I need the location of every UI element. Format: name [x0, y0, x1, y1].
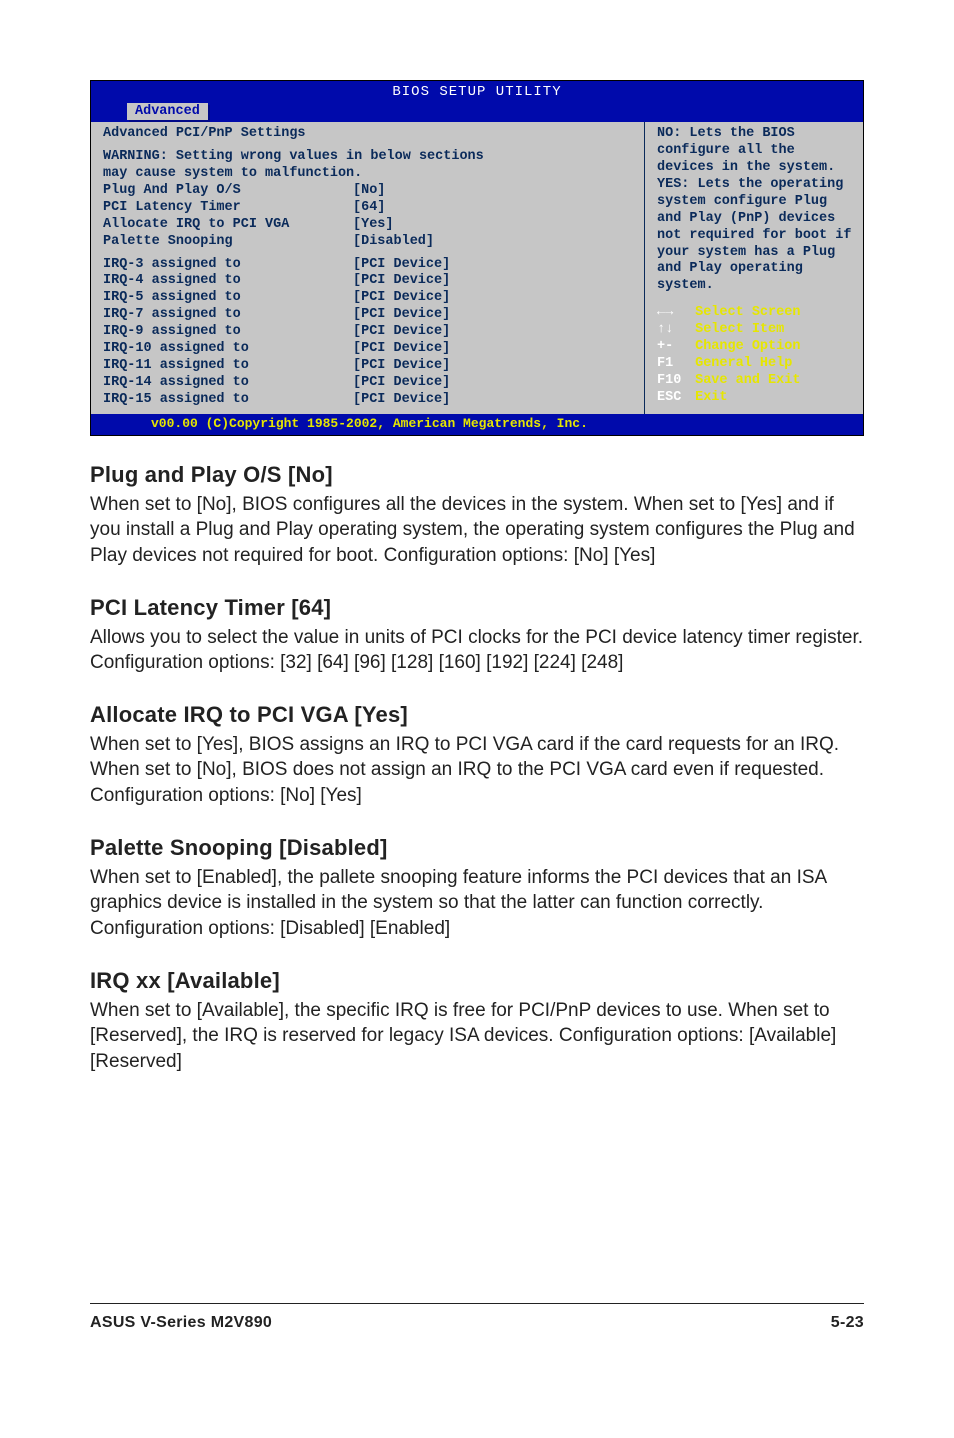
bios-irq-value: [PCI Device]: [353, 324, 636, 341]
bios-irq-label: IRQ-9 assigned to: [103, 324, 353, 341]
bios-irq-value: [PCI Device]: [353, 392, 636, 409]
bios-irq-value: [PCI Device]: [353, 307, 636, 324]
bios-warning-line1: WARNING: Setting wrong values in below s…: [103, 149, 636, 166]
section-heading: PCI Latency Timer [64]: [90, 595, 864, 621]
bios-irq-label: IRQ-15 assigned to: [103, 392, 353, 409]
bios-setting-value: [No]: [353, 183, 636, 200]
bios-nav-label: Exit: [695, 390, 727, 405]
bios-irq-label: IRQ-4 assigned to: [103, 273, 353, 290]
bios-irq-row: IRQ-5 assigned to [PCI Device]: [103, 290, 636, 307]
bios-setting-row: Palette Snooping [Disabled]: [103, 234, 636, 251]
bios-setting-value: [64]: [353, 200, 636, 217]
footer-page-number: 5-23: [831, 1314, 864, 1332]
bios-setup-screenshot: BIOS SETUP UTILITY Advanced Advanced PCI…: [90, 80, 864, 436]
bios-nav-key: F10: [657, 373, 687, 390]
bios-irq-value: [PCI Device]: [353, 358, 636, 375]
bios-nav-row: ESC Exit: [657, 390, 853, 407]
bios-warning-line2: may cause system to malfunction.: [103, 166, 636, 183]
bios-irq-row: IRQ-14 assigned to [PCI Device]: [103, 375, 636, 392]
bios-irq-row: IRQ-7 assigned to [PCI Device]: [103, 307, 636, 324]
bios-irq-row: IRQ-11 assigned to [PCI Device]: [103, 358, 636, 375]
bios-main-panel: Advanced PCI/PnP Settings WARNING: Setti…: [91, 122, 645, 414]
section-body: When set to [Available], the specific IR…: [90, 998, 864, 1075]
bios-irq-label: IRQ-7 assigned to: [103, 307, 353, 324]
bios-section-heading: Advanced PCI/PnP Settings: [103, 126, 636, 143]
bios-irq-value: [PCI Device]: [353, 290, 636, 307]
bios-irq-label: IRQ-5 assigned to: [103, 290, 353, 307]
bios-irq-label: IRQ-11 assigned to: [103, 358, 353, 375]
bios-setting-label: Palette Snooping: [103, 234, 353, 251]
section-body: Allows you to select the value in units …: [90, 625, 864, 676]
bios-nav-key: F1: [657, 356, 687, 373]
bios-setting-label: Plug And Play O/S: [103, 183, 353, 200]
page-footer: ASUS V-Series M2V890 5-23: [90, 1303, 864, 1332]
bios-setting-row: Plug And Play O/S [No]: [103, 183, 636, 200]
bios-nav-key: ←→: [657, 305, 687, 322]
bios-nav-label: Save and Exit: [695, 373, 800, 388]
bios-irq-row: IRQ-9 assigned to [PCI Device]: [103, 324, 636, 341]
bios-footer: v00.00 (C)Copyright 1985-2002, American …: [91, 414, 863, 434]
bios-nav-row: ↑↓ Select Item: [657, 322, 853, 339]
bios-nav-row: ←→ Select Screen: [657, 305, 853, 322]
bios-tab-row: Advanced: [91, 103, 863, 123]
bios-nav-row: F10 Save and Exit: [657, 373, 853, 390]
bios-nav-label: Change Option: [695, 339, 800, 354]
bios-nav-label: Select Screen: [695, 305, 800, 320]
bios-setting-label: PCI Latency Timer: [103, 200, 353, 217]
bios-nav-key: ↑↓: [657, 322, 687, 339]
footer-product: ASUS V-Series M2V890: [90, 1314, 272, 1332]
bios-irq-value: [PCI Device]: [353, 341, 636, 358]
bios-setting-value: [Disabled]: [353, 234, 636, 251]
bios-tab-advanced: Advanced: [127, 103, 208, 121]
bios-nav-row: +- Change Option: [657, 339, 853, 356]
bios-irq-row: IRQ-10 assigned to [PCI Device]: [103, 341, 636, 358]
section-heading: Allocate IRQ to PCI VGA [Yes]: [90, 702, 864, 728]
bios-nav-label: General Help: [695, 356, 792, 371]
bios-irq-value: [PCI Device]: [353, 273, 636, 290]
bios-nav-label: Select Item: [695, 322, 784, 337]
bios-setting-row: PCI Latency Timer [64]: [103, 200, 636, 217]
bios-setting-value: [Yes]: [353, 217, 636, 234]
bios-irq-row: IRQ-15 assigned to [PCI Device]: [103, 392, 636, 409]
bios-setting-row: Allocate IRQ to PCI VGA [Yes]: [103, 217, 636, 234]
bios-irq-row: IRQ-4 assigned to [PCI Device]: [103, 273, 636, 290]
bios-nav-row: F1 General Help: [657, 356, 853, 373]
bios-irq-label: IRQ-14 assigned to: [103, 375, 353, 392]
bios-irq-label: IRQ-10 assigned to: [103, 341, 353, 358]
bios-irq-row: IRQ-3 assigned to [PCI Device]: [103, 257, 636, 274]
section-heading: IRQ xx [Available]: [90, 968, 864, 994]
bios-title: BIOS SETUP UTILITY: [392, 84, 561, 100]
bios-nav-key: +-: [657, 339, 687, 356]
bios-setting-label: Allocate IRQ to PCI VGA: [103, 217, 353, 234]
bios-irq-label: IRQ-3 assigned to: [103, 257, 353, 274]
bios-nav-key: ESC: [657, 390, 687, 407]
bios-irq-value: [PCI Device]: [353, 375, 636, 392]
bios-help-text: NO: Lets the BIOS configure all the devi…: [657, 126, 853, 295]
section-heading: Palette Snooping [Disabled]: [90, 835, 864, 861]
bios-title-bar: BIOS SETUP UTILITY: [91, 81, 863, 103]
section-body: When set to [No], BIOS configures all th…: [90, 492, 864, 569]
bios-help-panel: NO: Lets the BIOS configure all the devi…: [645, 122, 863, 414]
bios-irq-value: [PCI Device]: [353, 257, 636, 274]
section-body: When set to [Enabled], the pallete snoop…: [90, 865, 864, 942]
section-body: When set to [Yes], BIOS assigns an IRQ t…: [90, 732, 864, 809]
section-heading: Plug and Play O/S [No]: [90, 462, 864, 488]
